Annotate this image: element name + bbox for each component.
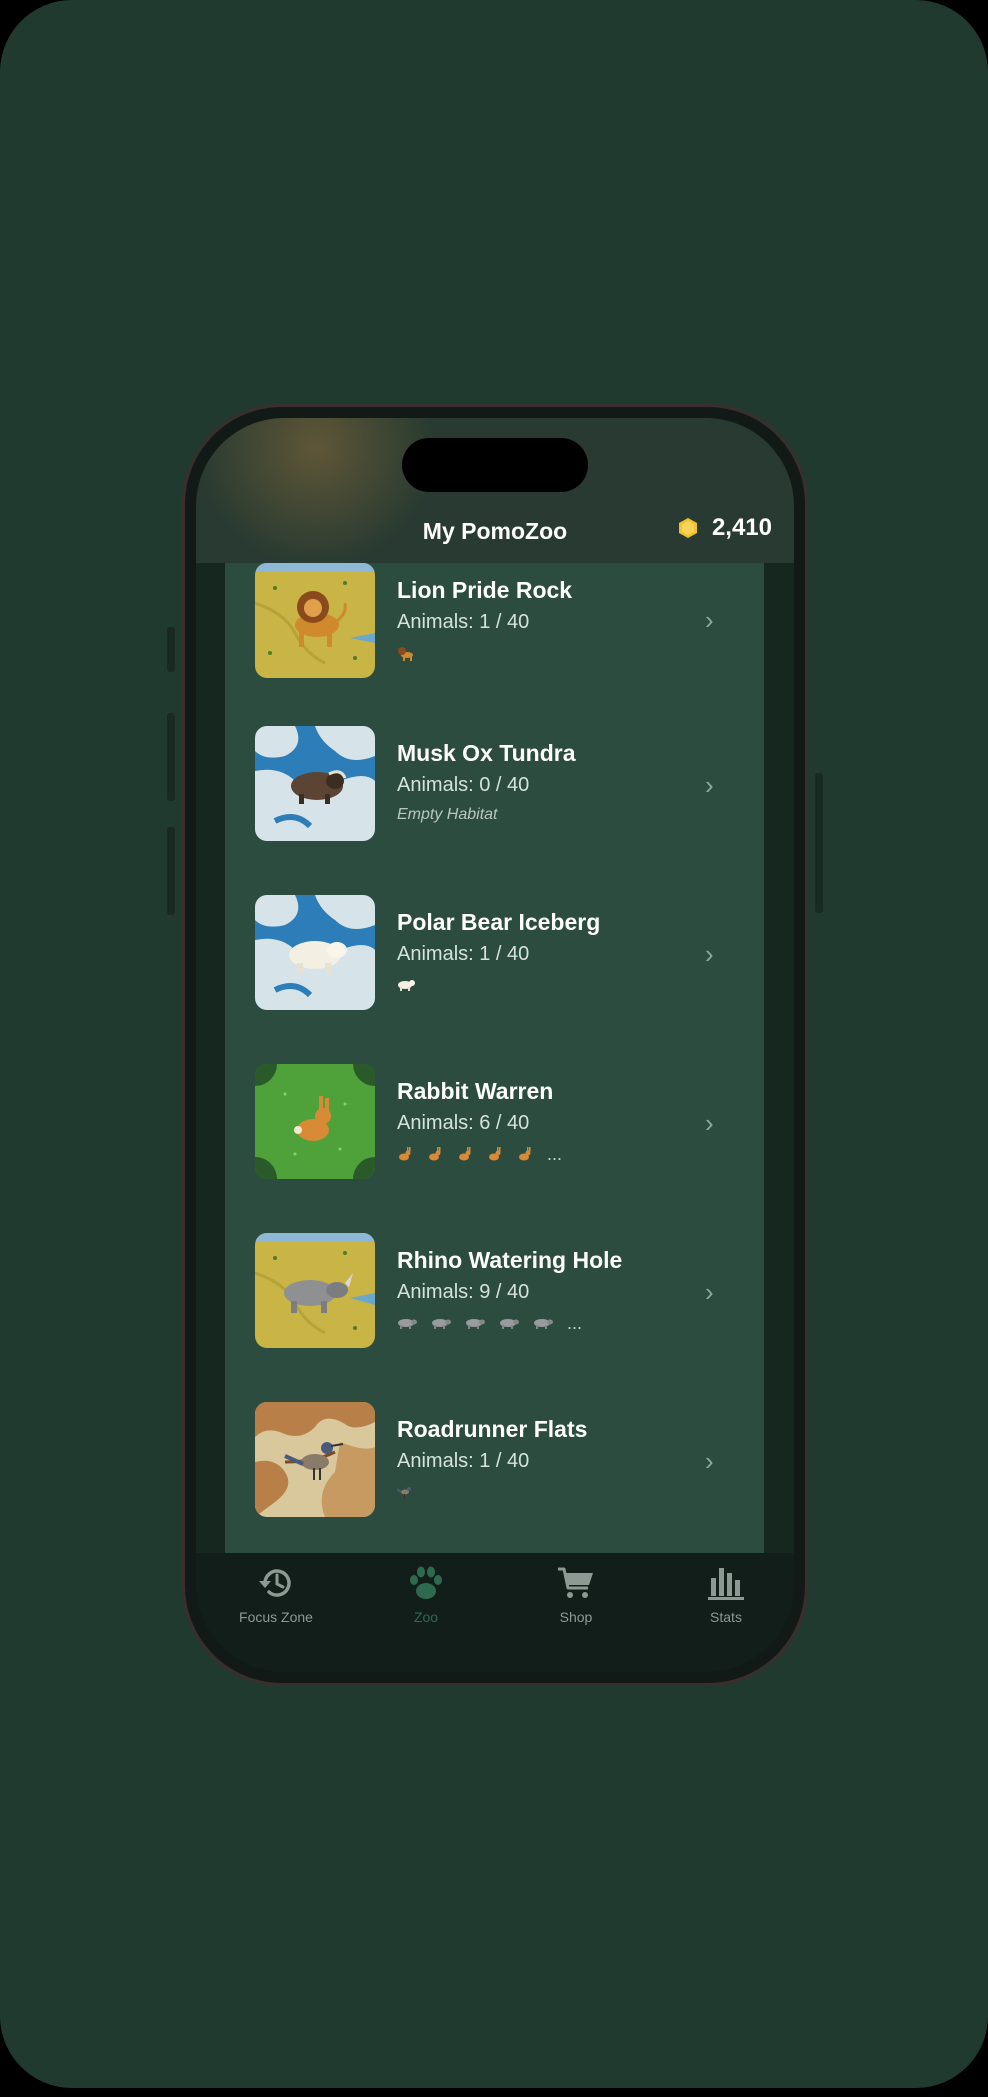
roadrunner-habitat-thumbnail (255, 1402, 375, 1517)
rabbit-mini-icon (429, 1147, 441, 1161)
habitat-list[interactable]: Lion Pride Rock Animals: 1 / 40 › Musk O… (225, 563, 764, 1553)
habitat-row-musk-ox-tundra[interactable]: Musk Ox Tundra Animals: 0 / 40 Empty Hab… (225, 726, 764, 846)
coin-icon (678, 517, 698, 539)
roadrunner-mini-icon (397, 1487, 411, 1499)
tab-zoo[interactable]: Zoo (351, 1563, 501, 1625)
volume-down-button (167, 827, 175, 915)
habitat-name: Roadrunner Flats (397, 1416, 588, 1442)
habitat-animal-count: Animals: 1 / 40 (397, 611, 530, 633)
rhino-mini-icon (500, 1319, 519, 1329)
coin-count: 2,410 (711, 514, 772, 541)
rabbit-mini-icon (489, 1147, 501, 1161)
volume-up-button (167, 713, 175, 801)
habitat-animal-count: Animals: 6 / 40 (397, 1112, 530, 1134)
rhino-habitat-thumbnail (255, 1233, 375, 1348)
rabbit-mini-icon (459, 1147, 471, 1161)
empty-habitat-label: Empty Habitat (397, 806, 498, 823)
chevron-right-icon: › (705, 1446, 714, 1476)
bar-chart-icon (651, 1563, 794, 1603)
rabbit-habitat-thumbnail (255, 1064, 375, 1179)
habitat-row-roadrunner-flats[interactable]: Roadrunner Flats Animals: 1 / 40 › (225, 1402, 764, 1522)
habitat-name: Musk Ox Tundra (397, 740, 576, 766)
tab-focus-zone[interactable]: Focus Zone (201, 1563, 351, 1625)
musk-ox-habitat-thumbnail (255, 726, 375, 841)
tab-label: Zoo (413, 1609, 439, 1625)
rhino-mini-icon (534, 1319, 553, 1329)
power-button (815, 773, 823, 913)
chevron-right-icon: › (705, 1277, 714, 1307)
tab-label: Stats (710, 1609, 742, 1625)
dynamic-island (402, 438, 588, 492)
habitat-animal-count: Animals: 0 / 40 (397, 774, 530, 796)
polar-bear-mini-icon (398, 980, 415, 991)
animal-icons (397, 643, 415, 663)
tab-shop[interactable]: Shop (501, 1563, 651, 1625)
animal-icons (397, 975, 415, 995)
tab-label: Focus Zone (239, 1609, 313, 1625)
rhino-mini-icon (398, 1319, 417, 1329)
lion-habitat-thumbnail (255, 563, 375, 678)
habitat-animal-count: Animals: 9 / 40 (397, 1281, 530, 1303)
rabbit-mini-icon (399, 1147, 411, 1161)
habitat-animal-count: Animals: 1 / 40 (397, 943, 530, 965)
habitat-animal-count: Animals: 1 / 40 (397, 1450, 530, 1472)
coin-balance: 2,410 (678, 514, 772, 542)
tab-bar: Focus Zone Zoo Shop Stats (196, 1553, 794, 1672)
animal-icons: ... (397, 1144, 562, 1164)
navigation-bar: My PomoZoo 2,410 (196, 418, 794, 563)
chevron-right-icon: › (705, 605, 714, 635)
habitat-row-polar-bear-iceberg[interactable]: Polar Bear Iceberg Animals: 1 / 40 › (225, 895, 764, 1015)
habitat-name: Polar Bear Iceberg (397, 909, 601, 935)
chevron-right-icon: › (705, 1108, 714, 1138)
rhino-mini-icon (466, 1319, 485, 1329)
rhino-mini-icon (432, 1319, 451, 1329)
cart-icon (501, 1563, 651, 1603)
history-icon (201, 1563, 351, 1603)
tab-label: Shop (559, 1609, 593, 1625)
habitat-row-rhino-watering-hole[interactable]: Rhino Watering Hole Animals: 9 / 40 ... … (225, 1233, 764, 1353)
animal-icons (397, 1482, 413, 1502)
chevron-right-icon: › (705, 770, 714, 800)
mute-switch (167, 627, 175, 672)
more-animals-ellipsis: ... (567, 1313, 583, 1333)
paw-icon (351, 1563, 501, 1603)
animal-icons: ... (397, 1313, 582, 1333)
lion-mini-icon (398, 647, 413, 661)
habitat-name: Lion Pride Rock (397, 577, 573, 603)
phone-screen: My PomoZoo 2,410 Lion Pride Rock Animals… (196, 418, 794, 1672)
tab-stats[interactable]: Stats (651, 1563, 794, 1625)
habitat-row-rabbit-warren[interactable]: Rabbit Warren Animals: 6 / 40 ... › (225, 1064, 764, 1184)
habitat-name: Rhino Watering Hole (397, 1247, 623, 1273)
chevron-right-icon: › (705, 939, 714, 969)
more-animals-ellipsis: ... (547, 1144, 563, 1164)
polar-bear-habitat-thumbnail (255, 895, 375, 1010)
habitat-name: Rabbit Warren (397, 1078, 554, 1104)
habitat-row-lion-pride-rock[interactable]: Lion Pride Rock Animals: 1 / 40 › (225, 563, 764, 683)
rabbit-mini-icon (519, 1147, 531, 1161)
